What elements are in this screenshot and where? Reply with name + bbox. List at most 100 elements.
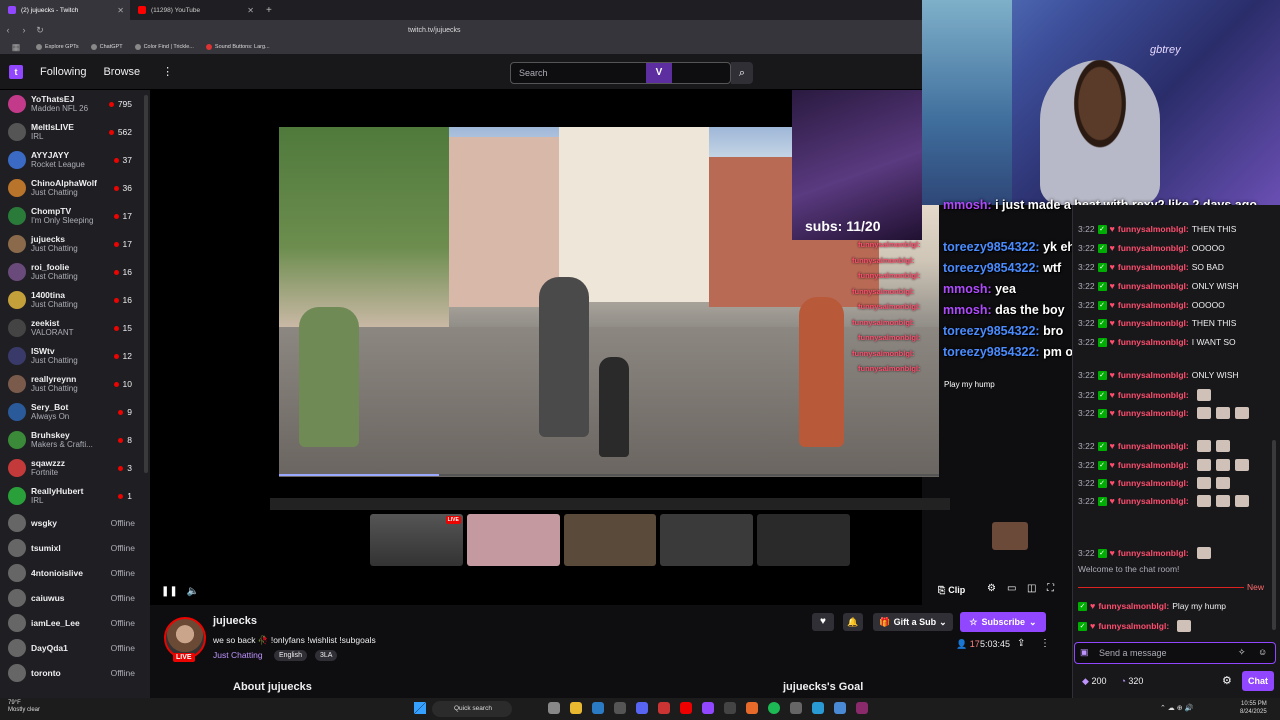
sidebar-channel-item[interactable]: zeekist VALORANT 15 — [0, 314, 150, 342]
bits-balance[interactable]: ◆ 200 — [1082, 676, 1106, 687]
twitch-logo-icon[interactable]: t — [9, 64, 23, 79]
chat-scrollbar[interactable] — [1272, 440, 1276, 630]
emote-icon[interactable] — [1215, 459, 1230, 471]
bookmark-chatgpt[interactable]: ChatGPT — [90, 44, 123, 50]
search-button[interactable]: ⌕ — [731, 62, 753, 84]
emote-icon[interactable] — [1215, 440, 1230, 452]
emote-icon[interactable] — [1196, 459, 1211, 471]
sidebar-channel-item-offline[interactable]: wsgky Offline — [0, 510, 150, 535]
reload-icon[interactable]: ↻ — [32, 25, 48, 36]
emote-icon[interactable] — [1234, 459, 1249, 471]
chat-username[interactable]: funnysalmonblgl: — [1118, 390, 1189, 400]
bookmark-explore-gpts[interactable]: Explore GPTs — [36, 44, 79, 50]
thumbnail-3[interactable] — [563, 514, 657, 566]
chat-username[interactable]: funnysalmonblgl: — [1118, 370, 1189, 380]
chat-username[interactable]: funnysalmonblgl: — [1118, 441, 1189, 451]
sidebar-channel-item[interactable]: ChinoAlphaWolf Just Chatting 36 — [0, 174, 150, 202]
fullscreen-icon[interactable]: ⛶ — [1047, 583, 1054, 594]
chat-username[interactable]: funnysalmonblgl: — [1098, 601, 1169, 611]
chat-username[interactable]: funnysalmonblgl: — [1098, 621, 1169, 631]
chat-username[interactable]: funnysalmonblgl: — [1118, 460, 1189, 470]
file-explorer-icon[interactable] — [570, 702, 582, 714]
spotify-icon[interactable] — [768, 702, 780, 714]
youtube-icon[interactable] — [680, 702, 692, 714]
sidebar-channel-item-offline[interactable]: caiuwus Offline — [0, 585, 150, 610]
new-tab-icon[interactable]: + — [260, 5, 278, 16]
pause-button[interactable]: ❚❚ — [161, 586, 178, 597]
thumbnail-4[interactable] — [660, 514, 754, 566]
sidebar-scrollbar[interactable] — [144, 95, 148, 473]
weather-widget[interactable]: 79°F Mostly clear — [8, 700, 40, 714]
close-tab-icon[interactable]: ✕ — [247, 6, 254, 15]
system-tray[interactable]: ⌃ ☁ ⊕ 🔊 — [1160, 704, 1193, 712]
sidebar-channel-item[interactable]: reallyreynn Just Chatting 10 — [0, 370, 150, 398]
sidebar-channel-item[interactable]: YoThatsEJ Madden NFL 26 795 — [0, 90, 150, 118]
sidebar-channel-item[interactable]: roi_foolie Just Chatting 16 — [0, 258, 150, 286]
taskview-icon[interactable] — [548, 702, 560, 714]
sidebar-channel-item-offline[interactable]: DayQda1 Offline — [0, 635, 150, 660]
app-icon[interactable] — [614, 702, 626, 714]
emote-icon[interactable] — [1215, 495, 1230, 507]
magic-wand-icon[interactable]: ✧ — [1238, 647, 1246, 658]
chat-username[interactable]: funnysalmonblgl: — [1118, 548, 1189, 558]
sidebar-channel-item-offline[interactable]: 4ntonioislive Offline — [0, 560, 150, 585]
sidebar-channel-item[interactable]: ReallyHubert IRL 1 — [0, 482, 150, 510]
apps-icon[interactable]: ▦ — [8, 42, 24, 53]
chat-username[interactable]: funnysalmonblgl: — [1118, 337, 1189, 347]
chat-username[interactable]: funnysalmonblgl: — [1118, 318, 1189, 328]
taskbar-search[interactable]: Quick search — [432, 701, 512, 717]
chat-username[interactable]: funnysalmonblgl: — [1118, 300, 1189, 310]
chat-layout-icon[interactable]: ◫ — [1027, 583, 1036, 594]
emote-icon[interactable] — [1196, 477, 1211, 489]
nav-browse[interactable]: Browse — [103, 66, 140, 78]
app-icon[interactable] — [592, 702, 604, 714]
thumbnail-5[interactable] — [757, 514, 850, 566]
url-field[interactable]: twitch.tv/jujuecks — [408, 27, 461, 34]
chat-username[interactable]: funnysalmonblgl: — [1118, 496, 1189, 506]
chat-extension-icon[interactable]: ▣ — [1080, 647, 1089, 658]
sidebar-channel-item-offline[interactable]: tsumixl Offline — [0, 535, 150, 560]
share-icon[interactable]: ⇪ — [1017, 638, 1025, 649]
discord-icon[interactable] — [636, 702, 648, 714]
notifications-button[interactable]: 🔔 — [843, 613, 863, 631]
sidebar-channel-item[interactable]: Sery_Bot Always On 9 — [0, 398, 150, 426]
chat-username[interactable]: funnysalmonblgl: — [1118, 281, 1189, 291]
points-balance[interactable]: ◔ 320 — [1120, 676, 1143, 687]
chat-username[interactable]: funnysalmonblgl: — [1118, 224, 1189, 234]
theatre-icon[interactable]: ▭ — [1007, 583, 1016, 594]
sidebar-channel-item[interactable]: Bruhskey Makers & Crafti... 8 — [0, 426, 150, 454]
emote-icon[interactable] — [1196, 495, 1211, 507]
app-icon[interactable] — [746, 702, 758, 714]
emote-icon[interactable] — [1196, 389, 1211, 401]
follow-heart-button[interactable]: ♥ — [812, 613, 834, 631]
sidebar-channel-item[interactable]: MeltIsLIVE IRL 562 — [0, 118, 150, 146]
sidebar-channel-item[interactable]: sqawzzz Fortnite 3 — [0, 454, 150, 482]
bookmark-color-find[interactable]: Color Find | Trickle... — [134, 44, 194, 50]
volume-icon[interactable]: 🔈 — [187, 586, 199, 597]
emote-icon[interactable] — [1177, 620, 1192, 632]
chat-username[interactable]: funnysalmonblgl: — [1118, 243, 1189, 253]
sidebar-channel-item-offline[interactable]: toronto Offline — [0, 660, 150, 685]
emote-icon[interactable] — [1196, 547, 1211, 559]
app-icon[interactable] — [834, 702, 846, 714]
chat-username[interactable]: funnysalmonblgl: — [1118, 408, 1189, 418]
thumbnail-2[interactable] — [466, 514, 560, 566]
chat-username[interactable]: funnysalmonblgl: — [1118, 478, 1189, 488]
app-icon[interactable] — [790, 702, 802, 714]
nav-following[interactable]: Following — [40, 66, 86, 78]
app-icon[interactable] — [812, 702, 824, 714]
windows-start-icon[interactable] — [414, 702, 426, 714]
gift-sub-button[interactable]: 🎁 Gift a Sub ⌄ — [873, 613, 953, 631]
search-input[interactable]: Search — [510, 62, 731, 84]
browser-tab-twitch[interactable]: (2) jujuecks - Twitch ✕ — [0, 0, 130, 20]
forward-icon[interactable]: › — [16, 25, 32, 35]
emote-icon[interactable] — [1215, 477, 1230, 489]
chat-send-button[interactable]: Chat — [1242, 671, 1274, 691]
clip-button[interactable]: ⎘ Clip — [938, 582, 965, 598]
chat-username[interactable]: funnysalmonblgl: — [1118, 262, 1189, 272]
app-icon[interactable] — [724, 702, 736, 714]
sidebar-channel-item-offline[interactable]: iamLee_Lee Offline — [0, 610, 150, 635]
emote-icon[interactable] — [1196, 407, 1211, 419]
sidebar-channel-item[interactable]: jujuecks Just Chatting 17 — [0, 230, 150, 258]
taskbar-clock[interactable]: 10:55 PM 8/24/2025 — [1240, 700, 1267, 716]
